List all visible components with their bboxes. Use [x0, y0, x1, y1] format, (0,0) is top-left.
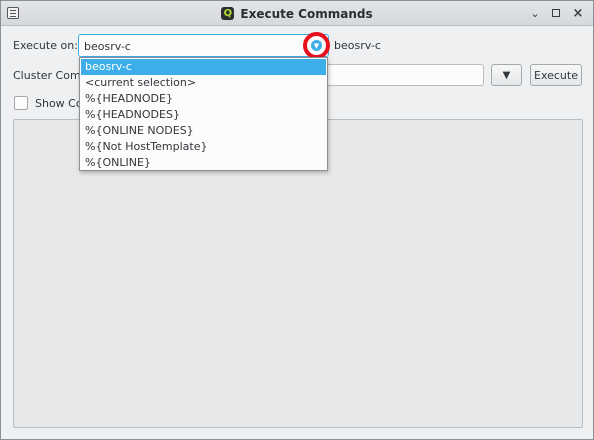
execute-button[interactable]: Execute [530, 64, 582, 86]
dropdown-option[interactable]: %{Not HostTemplate} [81, 139, 326, 155]
close-icon[interactable]: × [571, 6, 585, 20]
execute-commands-window: Q Execute Commands ⌄ × Execute on: beosr… [0, 0, 594, 440]
chevron-down-icon: ▼ [502, 69, 511, 81]
history-dropdown-button[interactable]: ▼ [491, 64, 522, 86]
window-title: Execute Commands [240, 6, 373, 21]
minimize-icon[interactable]: ⌄ [528, 6, 542, 20]
dropdown-option[interactable]: %{HEADNODE} [81, 91, 326, 107]
dropdown-option[interactable]: %{ONLINE NODES} [81, 123, 326, 139]
maximize-icon[interactable] [549, 6, 563, 20]
show-checkbox-label: Show Co [35, 97, 83, 110]
host-label: beosrv-c [334, 39, 381, 52]
title-bar: Q Execute Commands ⌄ × [1, 1, 593, 26]
chevron-down-icon[interactable]: ▼ [311, 40, 324, 52]
dropdown-option[interactable]: <current selection> [81, 75, 326, 91]
execute-on-value: beosrv-c [84, 40, 131, 53]
window-menu-icon[interactable] [7, 7, 19, 19]
app-logo-icon: Q [221, 7, 235, 20]
show-checkbox[interactable] [14, 96, 28, 110]
dropdown-option[interactable]: %{ONLINE} [81, 155, 326, 171]
execute-on-combobox[interactable]: beosrv-c ▼ [78, 34, 329, 57]
dropdown-option[interactable]: beosrv-c [81, 59, 326, 75]
execute-on-dropdown-list: beosrv-c <current selection> %{HEADNODE}… [79, 57, 328, 171]
dropdown-option[interactable]: %{HEADNODES} [81, 107, 326, 123]
title-center: Q Execute Commands [1, 1, 593, 26]
execute-on-label: Execute on: [13, 39, 78, 52]
